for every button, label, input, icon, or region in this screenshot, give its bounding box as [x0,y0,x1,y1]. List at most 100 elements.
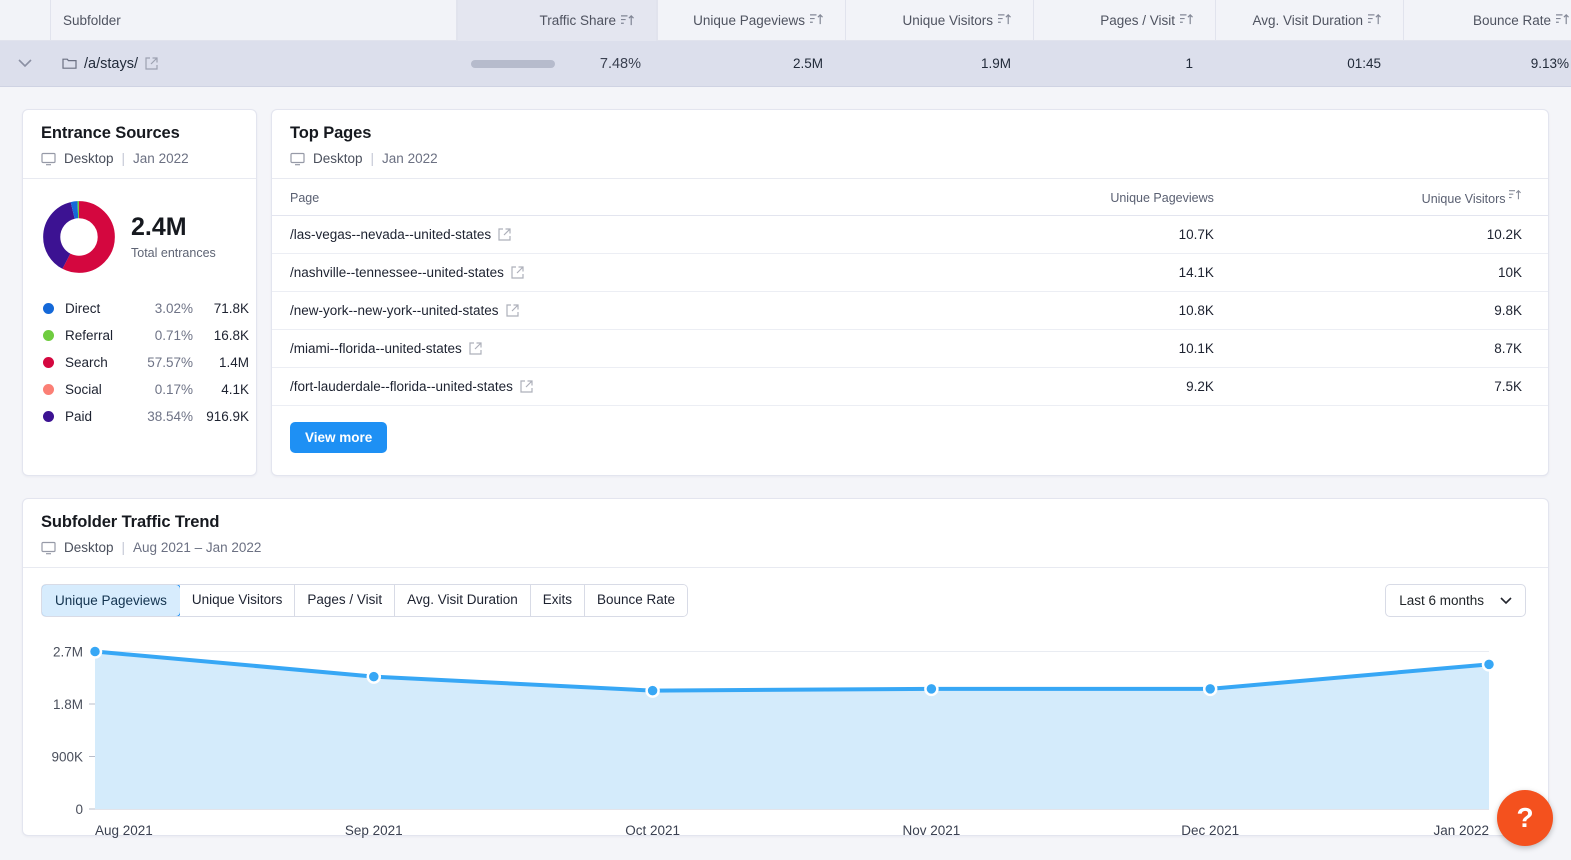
table-row[interactable]: /new-york--new-york--united-states10.8K9… [272,292,1548,330]
page-cell[interactable]: /fort-lauderdale--florida--united-states [272,368,929,406]
date-range-dropdown[interactable]: Last 6 months [1385,584,1526,617]
page-unique-visitors: 10K [1230,254,1548,292]
header-pages-per-visit[interactable]: Pages / Visit [1033,0,1215,40]
unique-visitors-value: 1.9M [845,41,1033,87]
chart-data-point[interactable] [647,685,659,697]
traffic-trend-device: Desktop [64,540,114,555]
metric-tab-exits[interactable]: Exits [531,585,585,616]
metric-tab-unique-visitors[interactable]: Unique Visitors [180,585,296,616]
table-row[interactable]: /miami--florida--united-states10.1K8.7K [272,330,1548,368]
external-link-icon[interactable] [145,57,158,70]
legend-color-dot [43,357,54,368]
subfolder-link[interactable]: /a/stays/ [62,56,158,72]
table-row[interactable]: /fort-lauderdale--florida--united-states… [272,368,1548,406]
header-traffic-share[interactable]: Traffic Share [457,0,657,41]
entrance-sources-subtitle: Desktop | Jan 2022 [41,151,238,166]
metric-tabs: Unique PageviewsUnique VisitorsPages / V… [41,584,688,617]
x-axis-tick-label: Sep 2021 [345,823,403,838]
sort-ascending-icon [998,13,1011,27]
page-path: /nashville--tennessee--united-states [290,265,504,280]
top-pages-col-visitors[interactable]: Unique Visitors [1230,179,1548,216]
legend-item: Social0.17%4.1K [43,376,256,403]
page-unique-visitors: 10.2K [1230,216,1548,254]
x-axis-tick-label: Aug 2021 [95,823,153,838]
unique-pageviews-value: 2.5M [657,41,845,87]
metric-tab-bounce-rate[interactable]: Bounce Rate [585,585,687,616]
page-cell[interactable]: /miami--florida--united-states [272,330,929,368]
top-pages-period: Jan 2022 [382,151,438,166]
subtitle-divider: | [122,151,126,166]
top-pages-header: Top Pages Desktop | Jan 2022 [272,110,1548,179]
legend-color-dot [43,384,54,395]
header-bounce-rate[interactable]: Bounce Rate [1403,0,1571,40]
legend-item: Referral0.71%16.8K [43,322,256,349]
top-pages-title: Top Pages [290,124,1530,143]
sort-ascending-icon [1509,189,1522,203]
external-link-icon[interactable] [511,266,524,279]
page-unique-pageviews: 10.1K [929,330,1230,368]
legend-label: Search [65,355,137,370]
page-cell[interactable]: /nashville--tennessee--united-states [272,254,929,292]
header-traffic-share-label: Traffic Share [539,13,616,28]
page-unique-pageviews: 10.7K [929,216,1230,254]
desktop-icon [290,152,305,166]
pages-per-visit-value: 1 [1033,41,1215,87]
legend-percent: 57.57% [137,355,193,370]
legend-value: 71.8K [193,301,249,316]
page-cell[interactable]: /new-york--new-york--united-states [272,292,929,330]
legend-value: 1.4M [193,355,249,370]
header-bounce-rate-label: Bounce Rate [1473,13,1551,28]
metric-tab-avg-visit-duration[interactable]: Avg. Visit Duration [395,585,531,616]
top-pages-subtitle: Desktop | Jan 2022 [290,151,1530,166]
help-button[interactable]: ? [1497,790,1553,846]
header-subfolder[interactable]: Subfolder [50,0,457,40]
legend-item: Paid38.54%916.9K [43,403,256,430]
header-expand-spacer [0,0,50,40]
entrance-sources-legend: Direct3.02%71.8KReferral0.71%16.8KSearch… [43,295,256,430]
top-pages-table: Page Unique Pageviews Unique Visitors /l… [272,179,1548,406]
chart-data-point[interactable] [1204,683,1216,695]
page-path: /las-vegas--nevada--united-states [290,227,491,242]
legend-label: Social [65,382,137,397]
chart-data-point[interactable] [925,683,937,695]
metric-tab-pages-visit[interactable]: Pages / Visit [295,585,395,616]
trend-chart: 0900K1.8M2.7MAug 2021Sep 2021Oct 2021Nov… [23,631,1548,846]
external-link-icon[interactable] [520,380,533,393]
chart-data-point[interactable] [89,646,101,658]
legend-value: 4.1K [193,382,249,397]
table-row[interactable]: /las-vegas--nevada--united-states 10.7K10… [272,216,1548,254]
top-pages-col-page: Page [272,179,929,216]
page-root: Subfolder Traffic Share Unique Pageviews… [0,0,1571,860]
entrance-sources-card: Entrance Sources Desktop | Jan 2022 2.4M… [22,109,257,476]
chart-data-point[interactable] [1483,658,1495,670]
expand-row-button[interactable] [0,41,50,87]
table-row[interactable]: /a/stays/ 7.48% 2.5M 1.9M 1 01:45 9.13% [0,41,1571,87]
header-unique-pageviews[interactable]: Unique Pageviews [657,0,845,40]
cards-row: Entrance Sources Desktop | Jan 2022 2.4M… [0,87,1571,476]
header-unique-visitors[interactable]: Unique Visitors [845,0,1033,40]
metric-tab-unique-pageviews[interactable]: Unique Pageviews [41,584,181,617]
page-cell[interactable]: /las-vegas--nevada--united-states [272,216,929,254]
sort-ascending-icon [1368,13,1381,27]
legend-percent: 0.71% [137,328,193,343]
view-more-button[interactable]: View more [290,422,387,453]
entrance-donut-row: 2.4M Total entrances [23,179,256,273]
header-unique-visitors-label: Unique Visitors [902,13,993,28]
external-link-icon[interactable] [498,228,511,241]
chevron-down-icon[interactable] [0,59,50,68]
external-link-icon[interactable] [469,342,482,355]
page-unique-pageviews: 9.2K [929,368,1230,406]
trend-controls-row: Unique PageviewsUnique VisitorsPages / V… [23,568,1548,617]
chart-data-point[interactable] [368,671,380,683]
folder-icon [62,57,77,70]
page-unique-pageviews: 10.8K [929,292,1230,330]
subfolder-cell[interactable]: /a/stays/ [50,41,457,87]
subtitle-divider: | [122,540,126,555]
external-link-icon[interactable] [506,304,519,317]
header-pages-per-visit-label: Pages / Visit [1100,13,1175,28]
legend-value: 916.9K [193,409,249,424]
table-row[interactable]: /nashville--tennessee--united-states14.1… [272,254,1548,292]
avg-visit-duration-value: 01:45 [1215,41,1403,87]
traffic-trend-period: Aug 2021 – Jan 2022 [133,540,261,555]
header-avg-visit-duration[interactable]: Avg. Visit Duration [1215,0,1403,40]
